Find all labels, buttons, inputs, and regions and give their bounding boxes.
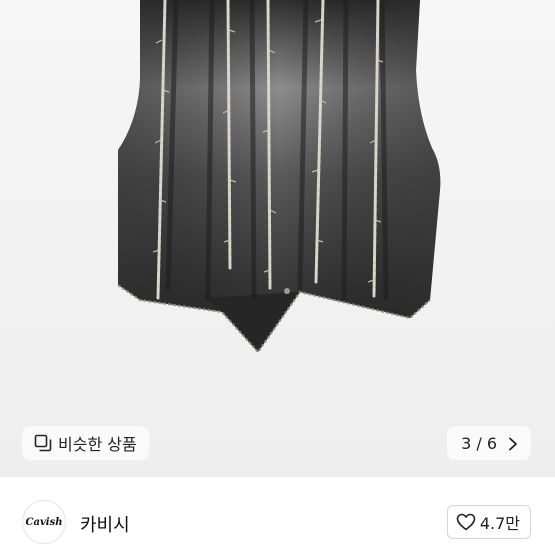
seller-logo-text: Cavish — [25, 516, 63, 528]
product-image[interactable] — [0, 0, 555, 476]
chevron-right-icon — [507, 436, 519, 451]
seller-bar: Cavish 카비시 4.7만 — [0, 476, 555, 555]
like-count: 4.7만 — [479, 514, 520, 533]
seller-name[interactable]: 카비시 — [80, 511, 130, 537]
seller-avatar[interactable]: Cavish — [22, 500, 66, 544]
heart-outline-icon — [456, 513, 476, 531]
similar-items-icon — [34, 434, 52, 452]
denim-vest-image — [117, 0, 441, 354]
like-button[interactable]: 4.7만 — [446, 505, 531, 539]
similar-items-label: 비슷한 상품 — [58, 435, 137, 454]
image-counter: 3 / 6 — [461, 433, 497, 453]
similar-items-button[interactable]: 비슷한 상품 — [22, 426, 149, 460]
image-pager[interactable]: 3 / 6 — [447, 426, 531, 460]
